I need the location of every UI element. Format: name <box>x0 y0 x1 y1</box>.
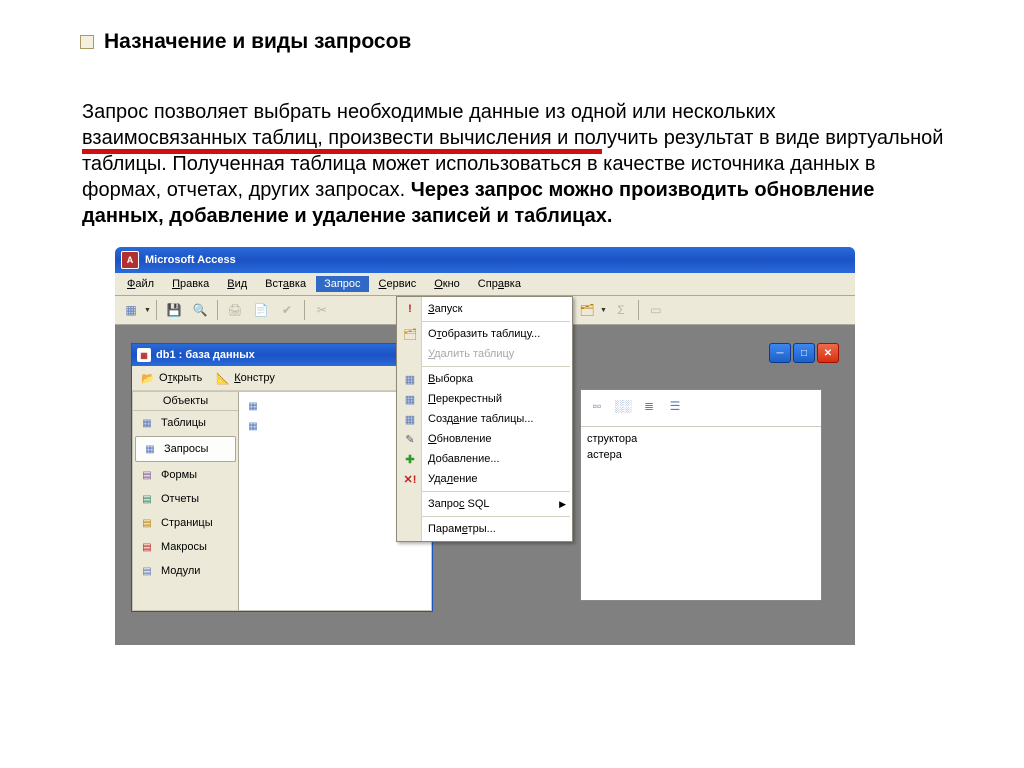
app-titlebar: A Microsoft Access <box>115 247 855 273</box>
view-details-icon[interactable]: ☰ <box>663 394 687 418</box>
toolbar-right-group: 🗂▼ Σ ▭ <box>575 296 668 324</box>
dd-delete-table: Удалить таблицу <box>422 344 572 364</box>
sidebar-label-macros: Макросы <box>161 541 207 553</box>
title-marker <box>80 35 94 49</box>
tb-querytype-dropdown[interactable]: 🗂▼ <box>575 298 607 322</box>
menu-service[interactable]: Сервис <box>371 276 425 292</box>
submenu-arrow-icon: ▶ <box>559 499 566 510</box>
save-icon[interactable]: 💾 <box>162 298 186 322</box>
select-query-icon: ▦ <box>398 369 422 389</box>
query-type-icon: 🗂 <box>575 298 599 322</box>
crosstab-icon: ▦ <box>398 389 422 409</box>
print-icon[interactable]: 🖨 <box>223 298 247 322</box>
access-app-icon: A <box>121 251 139 269</box>
print-preview-icon[interactable]: 📄 <box>249 298 273 322</box>
dd-show-table[interactable]: 🗂 Отобразить таблицу... <box>422 324 572 344</box>
blank-icon-2 <box>398 494 422 514</box>
make-table-icon: ▦ <box>398 409 422 429</box>
sidebar-label-forms: Формы <box>161 469 197 481</box>
child-maximize-button[interactable]: □ <box>793 343 815 363</box>
delete-query-icon: ✕! <box>398 469 422 489</box>
dd-append[interactable]: ✚ Добавление... <box>422 449 572 469</box>
datasheet-view-icon: ▦ <box>119 298 143 322</box>
blank-icon <box>398 344 422 364</box>
query-menu-dropdown: ! Запуск 🗂 Отобразить таблицу... Удалить… <box>396 296 573 542</box>
menu-view[interactable]: Вид <box>219 276 255 292</box>
menu-insert[interactable]: Вставка <box>257 276 314 292</box>
view-large-icon[interactable]: ▫▫ <box>585 394 609 418</box>
view-small-icon[interactable]: ░░ <box>611 394 635 418</box>
list-text-1[interactable]: структора <box>587 431 815 447</box>
body-text: Запрос позволяет выбрать необходимые дан… <box>82 99 944 229</box>
design-icon: 📐 <box>216 371 230 385</box>
sidebar-label-reports: Отчеты <box>161 493 199 505</box>
slide-title: Назначение и виды запросов <box>104 30 411 54</box>
forms-icon: ▤ <box>139 468 155 482</box>
db-open-button[interactable]: 📂 Открыть <box>136 369 207 387</box>
right-panel-fragment: ▫▫ ░░ ≣ ☰ структора астера <box>580 389 822 601</box>
new-query-icon-2: ▦ <box>245 419 261 433</box>
menu-file[interactable]: Файл <box>119 276 162 292</box>
menubar: Файл Правка Вид Вставка Запрос Сервис Ок… <box>115 273 855 296</box>
dd-crosstab[interactable]: ▦ Перекрестный <box>422 389 572 409</box>
run-icon: ! <box>398 299 422 319</box>
cut-icon[interactable]: ✂ <box>310 298 334 322</box>
sidebar-item-queries[interactable]: ▦ Запросы <box>135 436 236 462</box>
sidebar-label-tables: Таблицы <box>161 417 206 429</box>
db-titlebar: ▦ db1 : база данных <box>132 344 432 366</box>
queries-icon: ▦ <box>142 442 158 456</box>
blank-icon-3 <box>398 519 422 539</box>
sidebar-item-pages[interactable]: ▤ Страницы <box>133 511 238 535</box>
sidebar-item-tables[interactable]: ▦ Таблицы <box>133 411 238 435</box>
pages-icon: ▤ <box>139 516 155 530</box>
sidebar-item-forms[interactable]: ▤ Формы <box>133 463 238 487</box>
totals-icon[interactable]: Σ <box>609 298 633 322</box>
append-query-icon: ✚ <box>398 449 422 469</box>
sidebar-label-pages: Страницы <box>161 517 213 529</box>
tb-extra-icon[interactable]: ▭ <box>644 298 668 322</box>
db-title: db1 : база данных <box>156 349 255 361</box>
dd-make-table[interactable]: ▦ Создание таблицы... <box>422 409 572 429</box>
db-window-icon: ▦ <box>137 348 151 362</box>
sidebar-item-reports[interactable]: ▤ Отчеты <box>133 487 238 511</box>
reports-icon: ▤ <box>139 492 155 506</box>
child-close-button[interactable]: ✕ <box>817 343 839 363</box>
spellcheck-icon[interactable]: ✔ <box>275 298 299 322</box>
tables-icon: ▦ <box>139 416 155 430</box>
child-minimize-button[interactable]: ─ <box>769 343 791 363</box>
menu-help[interactable]: Справка <box>470 276 529 292</box>
view-list-icon[interactable]: ≣ <box>637 394 661 418</box>
dd-select[interactable]: ▦ Выборка <box>422 369 572 389</box>
sidebar-label-queries: Запросы <box>164 443 208 455</box>
dd-params[interactable]: Параметры... <box>422 519 572 539</box>
list-text-2[interactable]: астера <box>587 447 815 463</box>
modules-icon: ▤ <box>139 564 155 578</box>
dd-update[interactable]: ✎ Обновление <box>422 429 572 449</box>
access-window: A Microsoft Access Файл Правка Вид Встав… <box>115 247 855 645</box>
open-icon: 📂 <box>141 371 155 385</box>
db-toolbar: 📂 Открыть 📐 Констру <box>132 366 432 391</box>
app-title: Microsoft Access <box>145 254 236 266</box>
sidebar-header: Объекты <box>133 392 238 411</box>
search-icon[interactable]: 🔍 <box>188 298 212 322</box>
objects-sidebar: Объекты ▦ Таблицы ▦ Запросы ▤ Формы <box>132 391 239 611</box>
database-window: ▦ db1 : база данных 📂 Открыть 📐 Констру <box>131 343 433 612</box>
show-table-icon: 🗂 <box>398 324 422 344</box>
child-window-buttons: ─ □ ✕ <box>769 343 839 363</box>
dd-delete[interactable]: ✕! Удаление <box>422 469 572 489</box>
menu-window[interactable]: Окно <box>426 276 468 292</box>
menu-edit[interactable]: Правка <box>164 276 217 292</box>
sidebar-item-modules[interactable]: ▤ Модули <box>133 559 238 583</box>
db-design-button[interactable]: 📐 Констру <box>211 369 280 387</box>
dd-run[interactable]: ! Запуск <box>422 299 572 319</box>
dd-sql[interactable]: Запрос SQL ▶ <box>422 494 572 514</box>
sidebar-label-modules: Модули <box>161 565 200 577</box>
s -item-macros[interactable]: ▤ Макросы <box>133 535 238 559</box>
red-underline <box>82 149 602 154</box>
tb-view-dropdown[interactable]: ▦▼ <box>119 298 151 322</box>
macros-icon: ▤ <box>139 540 155 554</box>
menu-query[interactable]: Запрос <box>316 276 368 292</box>
new-query-icon: ▦ <box>245 399 261 413</box>
update-query-icon: ✎ <box>398 429 422 449</box>
